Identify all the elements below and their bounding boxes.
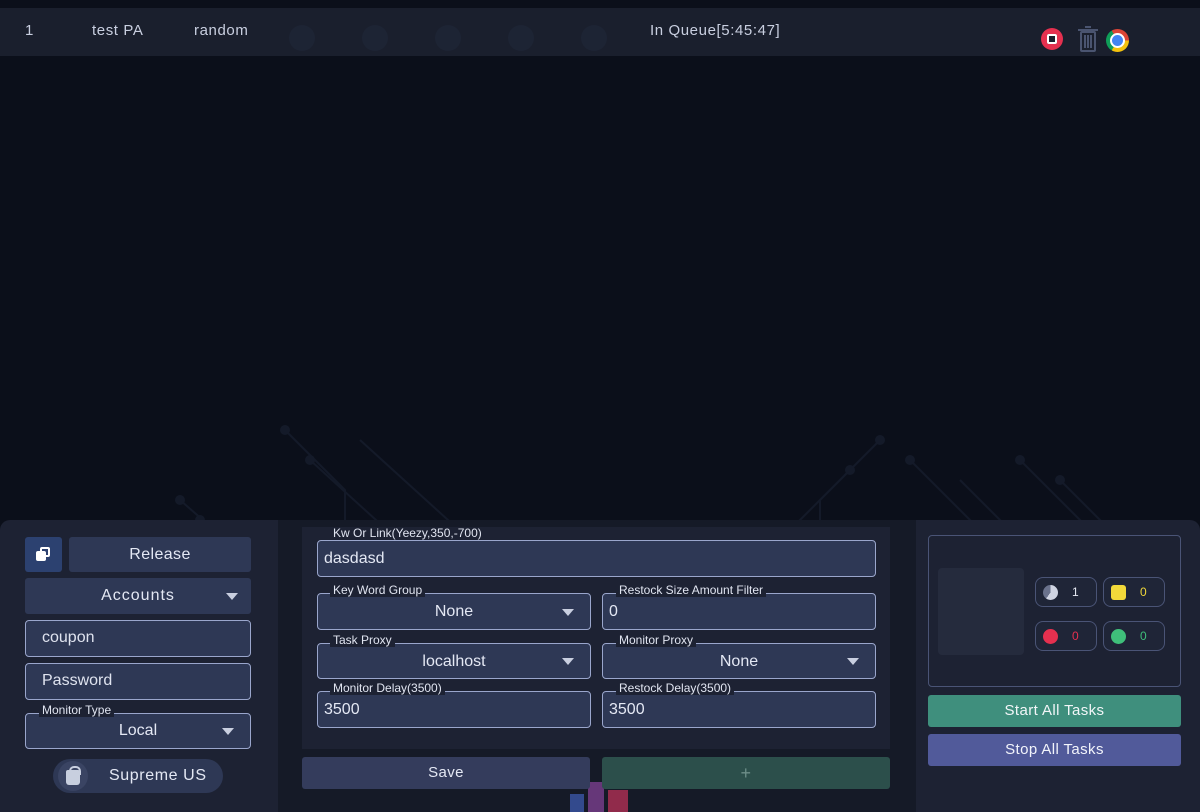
- stat-running: 1: [1035, 577, 1097, 607]
- monitor-type-select[interactable]: Local: [25, 713, 251, 749]
- placeholder-dot: [435, 25, 461, 51]
- stat-success-value: 0: [1140, 629, 1147, 643]
- monitor-delay-input[interactable]: 3500: [317, 691, 591, 728]
- accounts-select-label: Accounts: [101, 587, 175, 604]
- task-proxy-label: Task Proxy: [330, 634, 395, 647]
- add-task-button[interactable]: +: [602, 757, 890, 789]
- copy-icon-fill: [36, 551, 46, 561]
- keyword-group-select[interactable]: None: [317, 593, 591, 630]
- check-icon: [1111, 629, 1126, 644]
- copy-button[interactable]: [25, 537, 62, 572]
- chevron-down-icon: [226, 593, 238, 600]
- product-thumbnail: [938, 568, 1024, 655]
- password-input[interactable]: Password: [25, 663, 251, 700]
- monitor-proxy-value: None: [719, 653, 759, 670]
- monitor-proxy-label: Monitor Proxy: [616, 634, 697, 647]
- task-proxy-select[interactable]: localhost: [317, 643, 591, 679]
- stat-carted-value: 0: [1140, 585, 1147, 599]
- error-icon: [1043, 629, 1058, 644]
- shopify-bag-icon: [58, 761, 88, 791]
- restock-delay-input[interactable]: 3500: [602, 691, 876, 728]
- stat-failed: 0: [1035, 621, 1097, 651]
- chevron-down-icon: [562, 609, 574, 616]
- release-button[interactable]: Release: [69, 537, 251, 572]
- task-id: 1: [25, 22, 34, 39]
- monitor-delay-label: Monitor Delay(3500): [330, 682, 445, 695]
- monitor-type-label: Monitor Type: [39, 704, 115, 717]
- cart-bag-icon: [1111, 585, 1126, 600]
- trash-icon[interactable]: [1077, 25, 1099, 53]
- store-badge[interactable]: Supreme US: [53, 759, 223, 793]
- task-proxy-value: localhost: [422, 653, 486, 670]
- monitor-proxy-select[interactable]: None: [602, 643, 876, 679]
- store-name: Supreme US: [109, 767, 207, 784]
- stat-running-value: 1: [1072, 585, 1079, 599]
- coupon-input[interactable]: coupon: [25, 620, 251, 657]
- restock-filter-input[interactable]: 0: [602, 593, 876, 630]
- restock-delay-label: Restock Delay(3500): [616, 682, 735, 695]
- keyword-group-label: Key Word Group: [330, 584, 426, 597]
- placeholder-dot: [508, 25, 534, 51]
- monitor-type-value: Local: [118, 722, 158, 739]
- keyword-input[interactable]: dasdasd: [317, 540, 876, 577]
- placeholder-dot: [362, 25, 388, 51]
- keyword-label: Kw Or Link(Yeezy,350,-700): [330, 527, 485, 540]
- save-button[interactable]: Save: [302, 757, 590, 789]
- stat-carted: 0: [1103, 577, 1165, 607]
- stop-all-tasks-button[interactable]: Stop All Tasks: [928, 734, 1181, 766]
- accounts-select[interactable]: Accounts: [25, 578, 251, 614]
- task-status: In Queue[5:45:47]: [650, 22, 781, 39]
- task-row[interactable]: 1 test PA random In Queue[5:45:47]: [0, 8, 1200, 56]
- placeholder-dot: [289, 25, 315, 51]
- restock-filter-label: Restock Size Amount Filter: [616, 584, 767, 597]
- stat-failed-value: 0: [1072, 629, 1079, 643]
- chrome-icon[interactable]: [1106, 29, 1129, 52]
- running-icon: [1043, 585, 1058, 600]
- keyword-group-value: None: [434, 603, 474, 620]
- stop-circle-icon[interactable]: [1041, 28, 1063, 50]
- task-size: random: [194, 22, 249, 39]
- chevron-down-icon: [847, 658, 859, 665]
- stat-success: 0: [1103, 621, 1165, 651]
- start-all-tasks-button[interactable]: Start All Tasks: [928, 695, 1181, 727]
- chevron-down-icon: [222, 728, 234, 735]
- task-profile-name: test PA: [92, 22, 144, 39]
- chevron-down-icon: [562, 658, 574, 665]
- placeholder-dot: [581, 25, 607, 51]
